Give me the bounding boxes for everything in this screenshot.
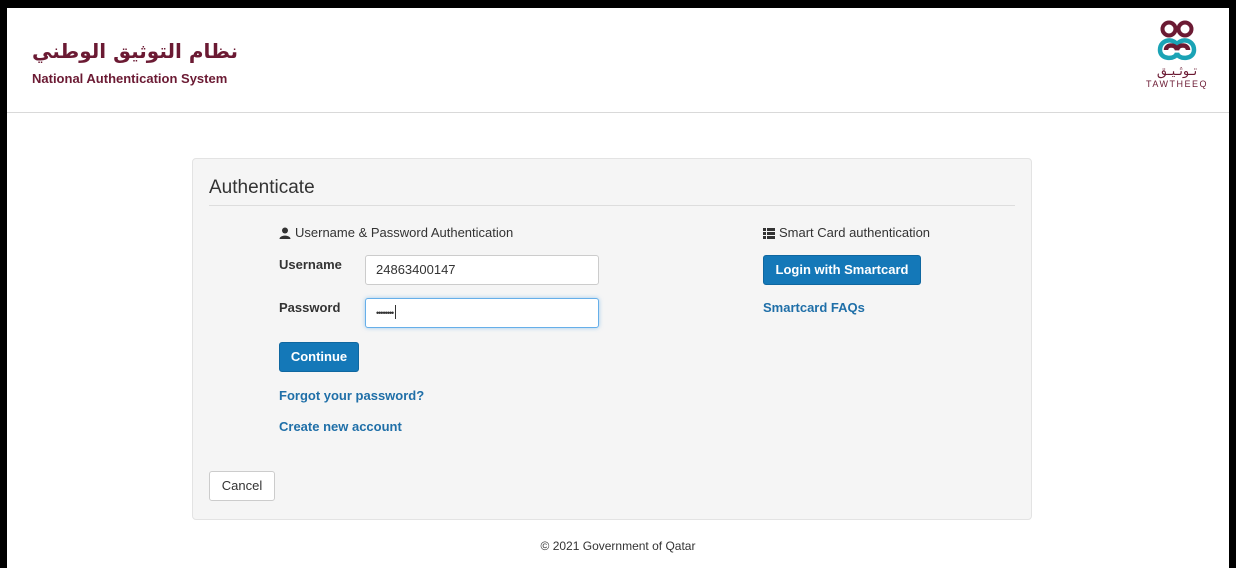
create-account-link[interactable]: Create new account [279,419,402,434]
password-mask: •••••••• [376,308,394,318]
tawtheeq-logo: تـوثـيـق TAWTHEEQ [1141,20,1213,106]
cancel-button[interactable]: Cancel [209,471,275,501]
list-icon [763,227,775,242]
logo-text-arabic: تـوثـيـق [1156,64,1198,79]
password-auth-heading-text: Username & Password Authentication [295,225,514,240]
username-field[interactable]: 24863400147 [365,255,599,285]
password-auth-heading: Username & Password Authentication [279,225,513,242]
authenticate-panel: Authenticate Username & Password Authent… [192,158,1032,520]
brand-title-arabic: نظام التوثيق الوطني [32,39,238,63]
login-smartcard-button[interactable]: Login with Smartcard [763,255,921,285]
text-cursor [395,305,397,319]
site-header: نظام التوثيق الوطني National Authenticat… [7,8,1229,113]
logo-mark-icon [1157,20,1197,61]
browser-frame: نظام التوثيق الوطني National Authenticat… [7,8,1229,568]
logo-text-english: TAWTHEEQ [1146,79,1208,89]
password-field[interactable]: •••••••• [365,298,599,328]
password-label: Password [279,300,341,315]
smartcard-auth-heading: Smart Card authentication [763,225,930,242]
panel-divider [209,205,1015,206]
continue-button[interactable]: Continue [279,342,359,372]
smartcard-auth-heading-text: Smart Card authentication [779,225,931,240]
username-label: Username [279,257,342,272]
forgot-password-link[interactable]: Forgot your password? [279,388,424,403]
panel-title: Authenticate [209,177,315,198]
smartcard-faq-link[interactable]: Smartcard FAQs [763,300,865,315]
user-icon [279,227,291,242]
brand-title-english: National Authentication System [32,71,228,86]
footer-copyright: © 2021 Government of Qatar [540,539,696,553]
